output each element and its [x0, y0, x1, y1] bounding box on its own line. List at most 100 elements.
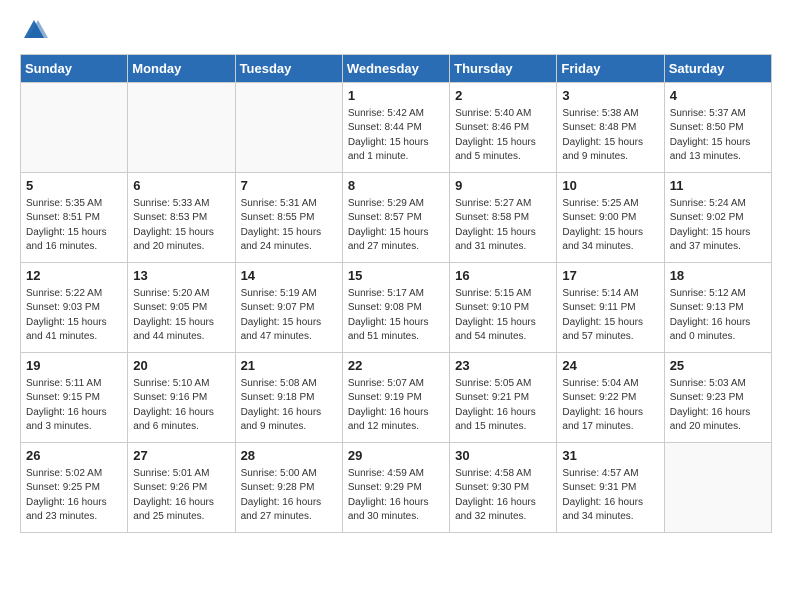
- column-header-wednesday: Wednesday: [342, 55, 449, 83]
- day-info: Sunrise: 5:20 AM Sunset: 9:05 PM Dayligh…: [133, 287, 229, 345]
- calendar-cell: [235, 83, 342, 173]
- calendar-cell: 28Sunrise: 5:00 AM Sunset: 9:28 PM Dayli…: [235, 443, 342, 533]
- calendar-cell: 25Sunrise: 5:03 AM Sunset: 9:23 PM Dayli…: [664, 353, 771, 443]
- calendar-cell: 16Sunrise: 5:15 AM Sunset: 9:10 PM Dayli…: [450, 263, 557, 353]
- day-number: 5: [26, 177, 122, 196]
- day-info: Sunrise: 5:04 AM Sunset: 9:22 PM Dayligh…: [562, 377, 658, 435]
- calendar-cell: 31Sunrise: 4:57 AM Sunset: 9:31 PM Dayli…: [557, 443, 664, 533]
- day-info: Sunrise: 5:29 AM Sunset: 8:57 PM Dayligh…: [348, 197, 444, 255]
- column-header-monday: Monday: [128, 55, 235, 83]
- column-header-friday: Friday: [557, 55, 664, 83]
- page: SundayMondayTuesdayWednesdayThursdayFrid…: [0, 0, 792, 549]
- day-info: Sunrise: 5:33 AM Sunset: 8:53 PM Dayligh…: [133, 197, 229, 255]
- day-number: 21: [241, 357, 337, 376]
- calendar-cell: 29Sunrise: 4:59 AM Sunset: 9:29 PM Dayli…: [342, 443, 449, 533]
- day-number: 13: [133, 267, 229, 286]
- week-row-1: 1Sunrise: 5:42 AM Sunset: 8:44 PM Daylig…: [21, 83, 772, 173]
- day-number: 12: [26, 267, 122, 286]
- day-number: 10: [562, 177, 658, 196]
- column-header-tuesday: Tuesday: [235, 55, 342, 83]
- calendar-cell: 3Sunrise: 5:38 AM Sunset: 8:48 PM Daylig…: [557, 83, 664, 173]
- day-info: Sunrise: 5:22 AM Sunset: 9:03 PM Dayligh…: [26, 287, 122, 345]
- calendar-cell: 4Sunrise: 5:37 AM Sunset: 8:50 PM Daylig…: [664, 83, 771, 173]
- day-info: Sunrise: 5:00 AM Sunset: 9:28 PM Dayligh…: [241, 467, 337, 525]
- calendar-cell: 11Sunrise: 5:24 AM Sunset: 9:02 PM Dayli…: [664, 173, 771, 263]
- calendar-cell: [21, 83, 128, 173]
- day-info: Sunrise: 5:19 AM Sunset: 9:07 PM Dayligh…: [241, 287, 337, 345]
- week-row-2: 5Sunrise: 5:35 AM Sunset: 8:51 PM Daylig…: [21, 173, 772, 263]
- day-number: 29: [348, 447, 444, 466]
- calendar-cell: 13Sunrise: 5:20 AM Sunset: 9:05 PM Dayli…: [128, 263, 235, 353]
- day-info: Sunrise: 5:24 AM Sunset: 9:02 PM Dayligh…: [670, 197, 766, 255]
- calendar-cell: 21Sunrise: 5:08 AM Sunset: 9:18 PM Dayli…: [235, 353, 342, 443]
- day-info: Sunrise: 5:38 AM Sunset: 8:48 PM Dayligh…: [562, 107, 658, 165]
- day-info: Sunrise: 5:37 AM Sunset: 8:50 PM Dayligh…: [670, 107, 766, 165]
- day-number: 1: [348, 87, 444, 106]
- day-info: Sunrise: 5:27 AM Sunset: 8:58 PM Dayligh…: [455, 197, 551, 255]
- calendar-cell: 7Sunrise: 5:31 AM Sunset: 8:55 PM Daylig…: [235, 173, 342, 263]
- calendar-cell: 22Sunrise: 5:07 AM Sunset: 9:19 PM Dayli…: [342, 353, 449, 443]
- day-number: 4: [670, 87, 766, 106]
- calendar-cell: [664, 443, 771, 533]
- day-info: Sunrise: 5:35 AM Sunset: 8:51 PM Dayligh…: [26, 197, 122, 255]
- column-header-sunday: Sunday: [21, 55, 128, 83]
- day-number: 14: [241, 267, 337, 286]
- calendar-cell: 19Sunrise: 5:11 AM Sunset: 9:15 PM Dayli…: [21, 353, 128, 443]
- calendar-cell: [128, 83, 235, 173]
- calendar-cell: 14Sunrise: 5:19 AM Sunset: 9:07 PM Dayli…: [235, 263, 342, 353]
- day-info: Sunrise: 5:12 AM Sunset: 9:13 PM Dayligh…: [670, 287, 766, 345]
- day-info: Sunrise: 5:10 AM Sunset: 9:16 PM Dayligh…: [133, 377, 229, 435]
- day-info: Sunrise: 5:42 AM Sunset: 8:44 PM Dayligh…: [348, 107, 444, 165]
- day-info: Sunrise: 5:05 AM Sunset: 9:21 PM Dayligh…: [455, 377, 551, 435]
- day-number: 19: [26, 357, 122, 376]
- calendar-cell: 5Sunrise: 5:35 AM Sunset: 8:51 PM Daylig…: [21, 173, 128, 263]
- week-row-4: 19Sunrise: 5:11 AM Sunset: 9:15 PM Dayli…: [21, 353, 772, 443]
- day-number: 20: [133, 357, 229, 376]
- day-number: 15: [348, 267, 444, 286]
- week-row-3: 12Sunrise: 5:22 AM Sunset: 9:03 PM Dayli…: [21, 263, 772, 353]
- day-info: Sunrise: 4:59 AM Sunset: 9:29 PM Dayligh…: [348, 467, 444, 525]
- day-number: 16: [455, 267, 551, 286]
- logo-icon: [20, 16, 48, 44]
- logo: [20, 16, 52, 44]
- day-info: Sunrise: 5:31 AM Sunset: 8:55 PM Dayligh…: [241, 197, 337, 255]
- day-info: Sunrise: 5:11 AM Sunset: 9:15 PM Dayligh…: [26, 377, 122, 435]
- day-number: 22: [348, 357, 444, 376]
- day-info: Sunrise: 5:40 AM Sunset: 8:46 PM Dayligh…: [455, 107, 551, 165]
- calendar-cell: 10Sunrise: 5:25 AM Sunset: 9:00 PM Dayli…: [557, 173, 664, 263]
- day-info: Sunrise: 5:08 AM Sunset: 9:18 PM Dayligh…: [241, 377, 337, 435]
- week-row-5: 26Sunrise: 5:02 AM Sunset: 9:25 PM Dayli…: [21, 443, 772, 533]
- day-number: 11: [670, 177, 766, 196]
- day-info: Sunrise: 5:17 AM Sunset: 9:08 PM Dayligh…: [348, 287, 444, 345]
- calendar-cell: 17Sunrise: 5:14 AM Sunset: 9:11 PM Dayli…: [557, 263, 664, 353]
- day-number: 8: [348, 177, 444, 196]
- day-number: 28: [241, 447, 337, 466]
- day-number: 7: [241, 177, 337, 196]
- day-info: Sunrise: 5:07 AM Sunset: 9:19 PM Dayligh…: [348, 377, 444, 435]
- calendar-cell: 9Sunrise: 5:27 AM Sunset: 8:58 PM Daylig…: [450, 173, 557, 263]
- day-number: 27: [133, 447, 229, 466]
- calendar-cell: 1Sunrise: 5:42 AM Sunset: 8:44 PM Daylig…: [342, 83, 449, 173]
- calendar-cell: 30Sunrise: 4:58 AM Sunset: 9:30 PM Dayli…: [450, 443, 557, 533]
- day-info: Sunrise: 5:02 AM Sunset: 9:25 PM Dayligh…: [26, 467, 122, 525]
- day-info: Sunrise: 5:01 AM Sunset: 9:26 PM Dayligh…: [133, 467, 229, 525]
- calendar-cell: 18Sunrise: 5:12 AM Sunset: 9:13 PM Dayli…: [664, 263, 771, 353]
- header-row: SundayMondayTuesdayWednesdayThursdayFrid…: [21, 55, 772, 83]
- day-info: Sunrise: 5:25 AM Sunset: 9:00 PM Dayligh…: [562, 197, 658, 255]
- calendar-cell: 2Sunrise: 5:40 AM Sunset: 8:46 PM Daylig…: [450, 83, 557, 173]
- day-number: 17: [562, 267, 658, 286]
- day-info: Sunrise: 4:58 AM Sunset: 9:30 PM Dayligh…: [455, 467, 551, 525]
- day-number: 26: [26, 447, 122, 466]
- day-info: Sunrise: 5:15 AM Sunset: 9:10 PM Dayligh…: [455, 287, 551, 345]
- day-number: 2: [455, 87, 551, 106]
- column-header-thursday: Thursday: [450, 55, 557, 83]
- day-number: 18: [670, 267, 766, 286]
- day-number: 23: [455, 357, 551, 376]
- day-info: Sunrise: 5:14 AM Sunset: 9:11 PM Dayligh…: [562, 287, 658, 345]
- day-info: Sunrise: 4:57 AM Sunset: 9:31 PM Dayligh…: [562, 467, 658, 525]
- calendar-cell: 27Sunrise: 5:01 AM Sunset: 9:26 PM Dayli…: [128, 443, 235, 533]
- day-info: Sunrise: 5:03 AM Sunset: 9:23 PM Dayligh…: [670, 377, 766, 435]
- day-number: 25: [670, 357, 766, 376]
- calendar-cell: 6Sunrise: 5:33 AM Sunset: 8:53 PM Daylig…: [128, 173, 235, 263]
- day-number: 24: [562, 357, 658, 376]
